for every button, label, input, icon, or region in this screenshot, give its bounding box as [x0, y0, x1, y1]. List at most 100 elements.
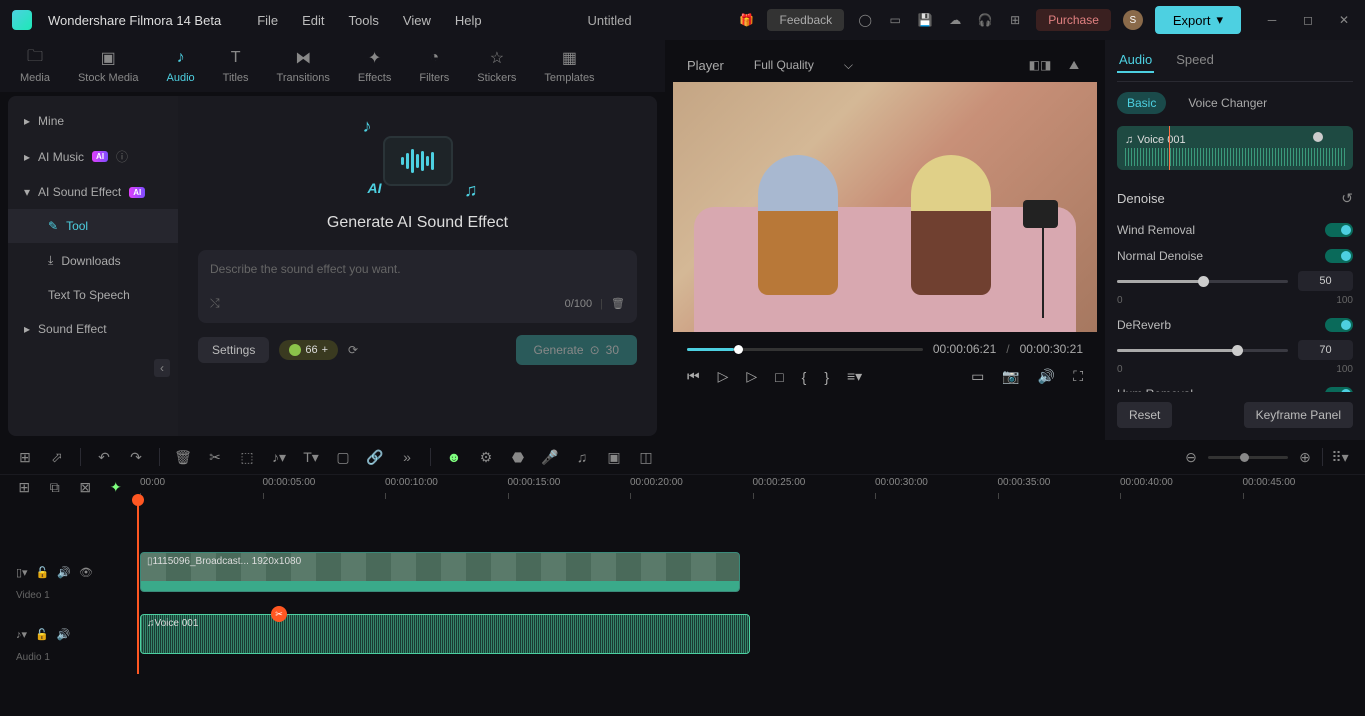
- collapse-sidebar-icon[interactable]: ‹: [154, 359, 170, 377]
- reset-section-icon[interactable]: ↺: [1341, 190, 1353, 207]
- hum-removal-toggle[interactable]: [1325, 387, 1353, 392]
- add-track-icon[interactable]: ⊞: [16, 479, 33, 496]
- tab-media[interactable]: 🗀Media: [20, 48, 50, 84]
- settings-button[interactable]: Settings: [198, 337, 269, 363]
- menu-help[interactable]: Help: [455, 13, 482, 28]
- zoom-slider[interactable]: [1208, 456, 1288, 459]
- playhead[interactable]: [137, 500, 139, 674]
- auto-icon[interactable]: ✦: [108, 479, 125, 496]
- monitor-icon[interactable]: ▭: [971, 368, 984, 385]
- keyframe-panel-button[interactable]: Keyframe Panel: [1244, 402, 1353, 428]
- link-icon[interactable]: 🔗: [366, 449, 384, 466]
- menu-view[interactable]: View: [403, 13, 431, 28]
- quality-select[interactable]: Full Quality⌵: [754, 58, 853, 73]
- dereverb-toggle[interactable]: [1325, 318, 1353, 332]
- tab-titles[interactable]: TTitles: [223, 48, 249, 84]
- lock-icon[interactable]: 🔓: [36, 566, 50, 579]
- wind-removal-toggle[interactable]: [1325, 223, 1353, 237]
- sidebar-item-ai-music[interactable]: ▸AI MusicAIⓘ: [8, 138, 178, 175]
- marker-icon[interactable]: ⬣: [509, 449, 527, 466]
- sidebar-item-tts[interactable]: Text To Speech: [8, 278, 178, 312]
- mute-icon[interactable]: 🔊: [57, 566, 71, 579]
- audio-edit-icon[interactable]: ♪▾: [270, 449, 288, 466]
- frame-icon[interactable]: ▢: [334, 449, 352, 466]
- compare-icon[interactable]: ◧◨: [1031, 56, 1049, 74]
- sidebar-item-tool[interactable]: ✎Tool: [8, 209, 178, 243]
- magnet-icon[interactable]: ⊠: [77, 479, 94, 496]
- more-icon[interactable]: »: [398, 449, 416, 465]
- normal-denoise-slider[interactable]: [1117, 280, 1288, 283]
- normal-denoise-value[interactable]: 50: [1298, 271, 1353, 291]
- dereverb-slider[interactable]: [1117, 349, 1288, 352]
- avatar[interactable]: S: [1123, 10, 1143, 30]
- player-progress[interactable]: [687, 348, 923, 351]
- subtab-basic[interactable]: Basic: [1117, 92, 1166, 114]
- sidebar-item-sound-effect[interactable]: ▸Sound Effect: [8, 312, 178, 346]
- close-icon[interactable]: ✕: [1335, 11, 1353, 29]
- prompt-input[interactable]: Describe the sound effect you want.: [210, 262, 625, 276]
- dereverb-value[interactable]: 70: [1298, 340, 1353, 360]
- audio-clip[interactable]: ♫ Voice 001: [140, 614, 750, 654]
- save-icon[interactable]: 💾: [916, 11, 934, 29]
- tab-stickers[interactable]: ☆Stickers: [477, 48, 516, 84]
- tab-effects[interactable]: ✦Effects: [358, 48, 391, 84]
- play-icon[interactable]: ▷: [718, 368, 729, 385]
- tab-speed-props[interactable]: Speed: [1174, 48, 1216, 73]
- mark-out-icon[interactable]: }: [824, 369, 829, 385]
- redo-icon[interactable]: ↷: [127, 449, 145, 466]
- grid-icon[interactable]: ⊞: [16, 449, 34, 466]
- record-icon[interactable]: ◯: [856, 11, 874, 29]
- tab-templates[interactable]: ▦Templates: [544, 48, 594, 84]
- feedback-button[interactable]: Feedback: [767, 9, 844, 31]
- pointer-icon[interactable]: ⬀: [48, 449, 66, 466]
- audio-track-icon[interactable]: ♪▾: [16, 628, 27, 641]
- reset-button[interactable]: Reset: [1117, 402, 1172, 428]
- prev-frame-icon[interactable]: ⏮: [687, 368, 700, 385]
- subtab-voice-changer[interactable]: Voice Changer: [1178, 92, 1277, 114]
- display-icon[interactable]: ▭: [886, 11, 904, 29]
- overlay-icon[interactable]: ▣: [605, 449, 623, 466]
- sidebar-item-mine[interactable]: ▸Mine: [8, 104, 178, 138]
- tab-audio-props[interactable]: Audio: [1117, 48, 1154, 73]
- text-tool-icon[interactable]: T▾: [302, 449, 320, 466]
- generate-button[interactable]: Generate⊙30: [516, 335, 637, 365]
- music-tool-icon[interactable]: ♫: [573, 449, 591, 465]
- normal-denoise-toggle[interactable]: [1325, 249, 1353, 263]
- clip-preview[interactable]: ♫Voice 001: [1117, 126, 1353, 170]
- crop-icon[interactable]: ⬚: [238, 449, 256, 466]
- tab-audio[interactable]: ♪Audio: [167, 48, 195, 84]
- gift-icon[interactable]: 🎁: [737, 11, 755, 29]
- menu-tools[interactable]: Tools: [349, 13, 379, 28]
- cloud-icon[interactable]: ☁: [946, 11, 964, 29]
- volume-icon[interactable]: 🔊: [1038, 368, 1055, 385]
- zoom-out-icon[interactable]: ⊖: [1182, 449, 1200, 466]
- visibility-icon[interactable]: 👁: [79, 566, 93, 579]
- player-video[interactable]: [673, 82, 1097, 332]
- video-clip[interactable]: ▯ 1115096_Broadcast... 1920x1080: [140, 552, 740, 592]
- camera-icon[interactable]: 📷: [1002, 368, 1019, 385]
- zoom-in-icon[interactable]: ⊕: [1296, 449, 1314, 466]
- trash-icon[interactable]: 🗑: [611, 297, 625, 310]
- credits-badge[interactable]: 66+: [279, 340, 338, 360]
- minimize-icon[interactable]: ─: [1263, 11, 1281, 29]
- menu-file[interactable]: File: [257, 13, 278, 28]
- shuffle-icon[interactable]: ⤭: [210, 296, 220, 311]
- tab-stock-media[interactable]: ▣Stock Media: [78, 48, 139, 84]
- cut-marker-icon[interactable]: ✂: [271, 606, 287, 622]
- settings-gear-icon[interactable]: ⚙: [477, 449, 495, 466]
- video-track-icon[interactable]: ▯▾: [16, 566, 28, 579]
- maximize-icon[interactable]: ◻: [1299, 11, 1317, 29]
- ai-avatar-icon[interactable]: ☻: [445, 449, 463, 465]
- stop-icon[interactable]: □: [775, 369, 783, 385]
- apps-icon[interactable]: ⊞: [1006, 11, 1024, 29]
- list-icon[interactable]: ≡▾: [847, 368, 862, 385]
- refresh-icon[interactable]: ⟳: [348, 343, 358, 357]
- tab-transitions[interactable]: ⧓Transitions: [277, 48, 330, 84]
- next-frame-icon[interactable]: ▷: [746, 368, 757, 385]
- tab-filters[interactable]: ◔Filters: [419, 48, 449, 84]
- pip-icon[interactable]: ◫: [637, 449, 655, 466]
- sidebar-item-downloads[interactable]: ⤓Downloads: [8, 243, 178, 278]
- snapshot-icon[interactable]: ⛰: [1065, 56, 1083, 74]
- mic-icon[interactable]: 🎤: [541, 449, 559, 466]
- mark-in-icon[interactable]: {: [802, 369, 807, 385]
